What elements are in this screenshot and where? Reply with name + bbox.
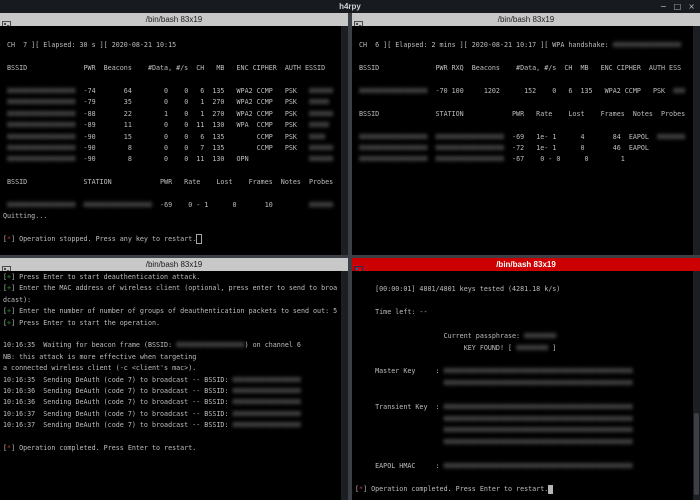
h4rpy-window: h4rpy − □ × /bin/bash 83x19 CH 7 ][ Elap…	[0, 0, 700, 500]
maximize-button[interactable]: □	[674, 0, 682, 13]
window-controls: − □ ×	[660, 0, 695, 13]
window-titlebar[interactable]: h4rpy − □ ×	[0, 0, 700, 13]
pane-title: /bin/bash 83x19	[352, 260, 700, 269]
scrollbar[interactable]	[693, 271, 700, 500]
scrollbar-thumb[interactable]	[694, 413, 699, 495]
pane-titlebar[interactable]: /bin/bash 83x19	[0, 13, 348, 26]
pane-titlebar[interactable]: /bin/bash 83x19	[352, 258, 700, 271]
terminal-pane-airodump-scan[interactable]: /bin/bash 83x19 CH 7 ][ Elapsed: 30 s ][…	[0, 13, 348, 255]
terminal-output[interactable]: CH 6 ][ Elapsed: 2 mins ][ 2020-08-21 10…	[352, 26, 693, 255]
pane-title: /bin/bash 83x19	[352, 15, 700, 24]
pane-title: /bin/bash 83x19	[0, 15, 348, 24]
minimize-button[interactable]: −	[660, 0, 667, 13]
terminal-output[interactable]: CH 7 ][ Elapsed: 30 s ][ 2020-08-21 10:1…	[0, 26, 341, 255]
terminal-output[interactable]: [00:00:01] 4801/4801 keys tested (4281.1…	[352, 271, 693, 500]
window-title: h4rpy	[339, 2, 361, 11]
scrollbar[interactable]	[341, 26, 348, 255]
scrollbar[interactable]	[693, 26, 700, 255]
scrollbar[interactable]	[341, 271, 348, 500]
pane-titlebar[interactable]: /bin/bash 83x19	[0, 258, 348, 271]
terminal-cursor	[196, 234, 202, 244]
terminal-output[interactable]: [+] Press Enter to start deauthenticatio…	[0, 271, 341, 500]
terminal-cursor	[548, 485, 553, 494]
terminal-pane-airodump-handshake[interactable]: /bin/bash 83x19 CH 6 ][ Elapsed: 2 mins …	[352, 13, 700, 255]
close-button[interactable]: ×	[688, 0, 695, 13]
pane-titlebar[interactable]: /bin/bash 83x19	[352, 13, 700, 26]
terminal-pane-aireplay-deauth[interactable]: /bin/bash 83x19 [+] Press Enter to start…	[0, 258, 348, 500]
terminal-pane-aircrack-key[interactable]: /bin/bash 83x19 [00:00:01] 4801/4801 key…	[352, 258, 700, 500]
pane-title: /bin/bash 83x19	[0, 260, 348, 269]
